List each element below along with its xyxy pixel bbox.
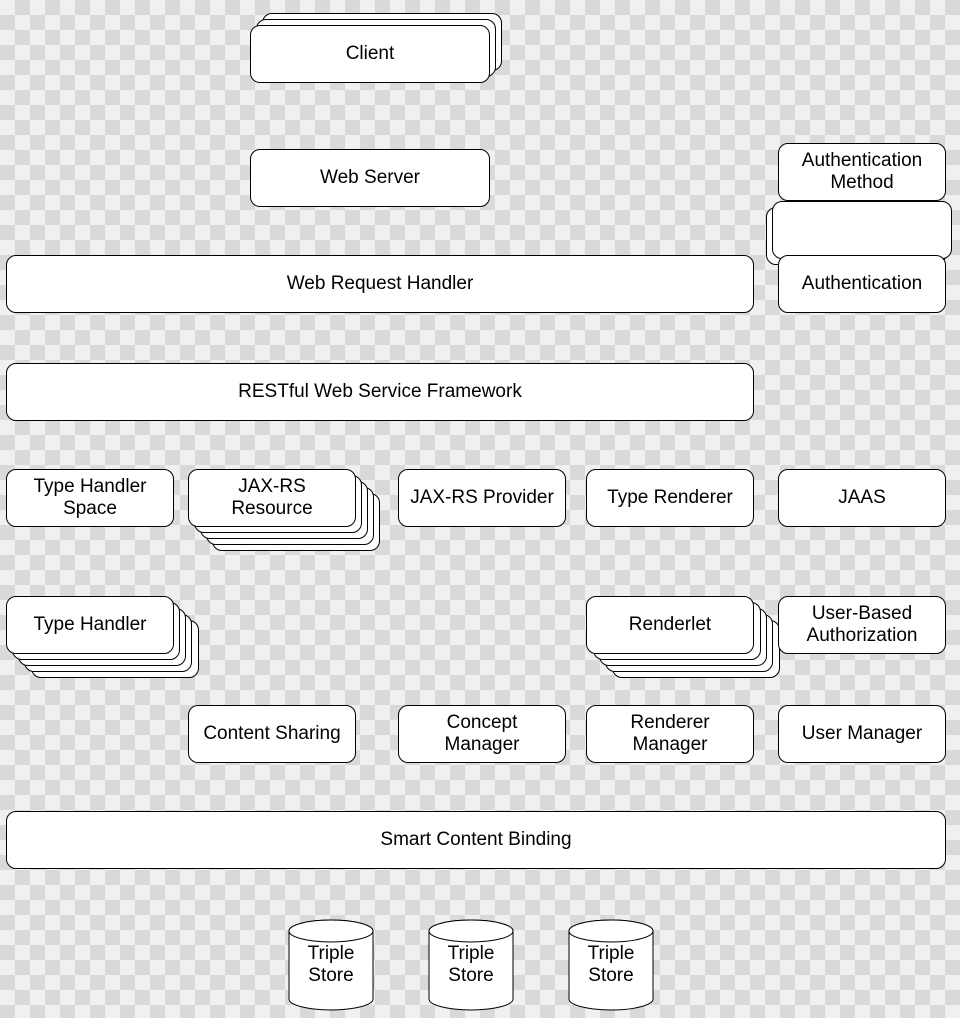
- node-type-handler: Type Handler: [6, 596, 174, 654]
- node-user-manager: User Manager: [778, 705, 946, 763]
- cylinder-label: Triple Store: [568, 943, 654, 987]
- node-renderlet: Renderlet: [586, 596, 754, 654]
- node-authentication: Authentication: [778, 255, 946, 313]
- node-type-renderer: Type Renderer: [586, 469, 754, 527]
- cylinder-label: Triple Store: [428, 943, 514, 987]
- node-concept-manager: Concept Manager: [398, 705, 566, 763]
- node-restful-framework: RESTful Web Service Framework: [6, 363, 754, 421]
- node-smart-content-binding: Smart Content Binding: [6, 811, 946, 869]
- node-jaxrs-resource: JAX-RS Resource: [188, 469, 356, 527]
- node-triple-store-1: Triple Store: [288, 919, 374, 1011]
- node-web-request-handler: Web Request Handler: [6, 255, 754, 313]
- node-jaas: JAAS: [778, 469, 946, 527]
- node-renderer-manager: Renderer Manager: [586, 705, 754, 763]
- node-triple-store-2: Triple Store: [428, 919, 514, 1011]
- node-user-based-authorization: User-Based Authorization: [778, 596, 946, 654]
- node-type-handler-space: Type Handler Space: [6, 469, 174, 527]
- node-triple-store-3: Triple Store: [568, 919, 654, 1011]
- node-jaxrs-provider: JAX-RS Provider: [398, 469, 566, 527]
- node-web-server: Web Server: [250, 149, 490, 207]
- node-client: Client: [250, 25, 490, 83]
- stack-layer: [772, 201, 952, 259]
- node-content-sharing: Content Sharing: [188, 705, 356, 763]
- architecture-diagram: Client Web Server Authentication Method …: [0, 0, 960, 1018]
- cylinder-label: Triple Store: [288, 943, 374, 987]
- node-auth-method: Authentication Method: [778, 143, 946, 201]
